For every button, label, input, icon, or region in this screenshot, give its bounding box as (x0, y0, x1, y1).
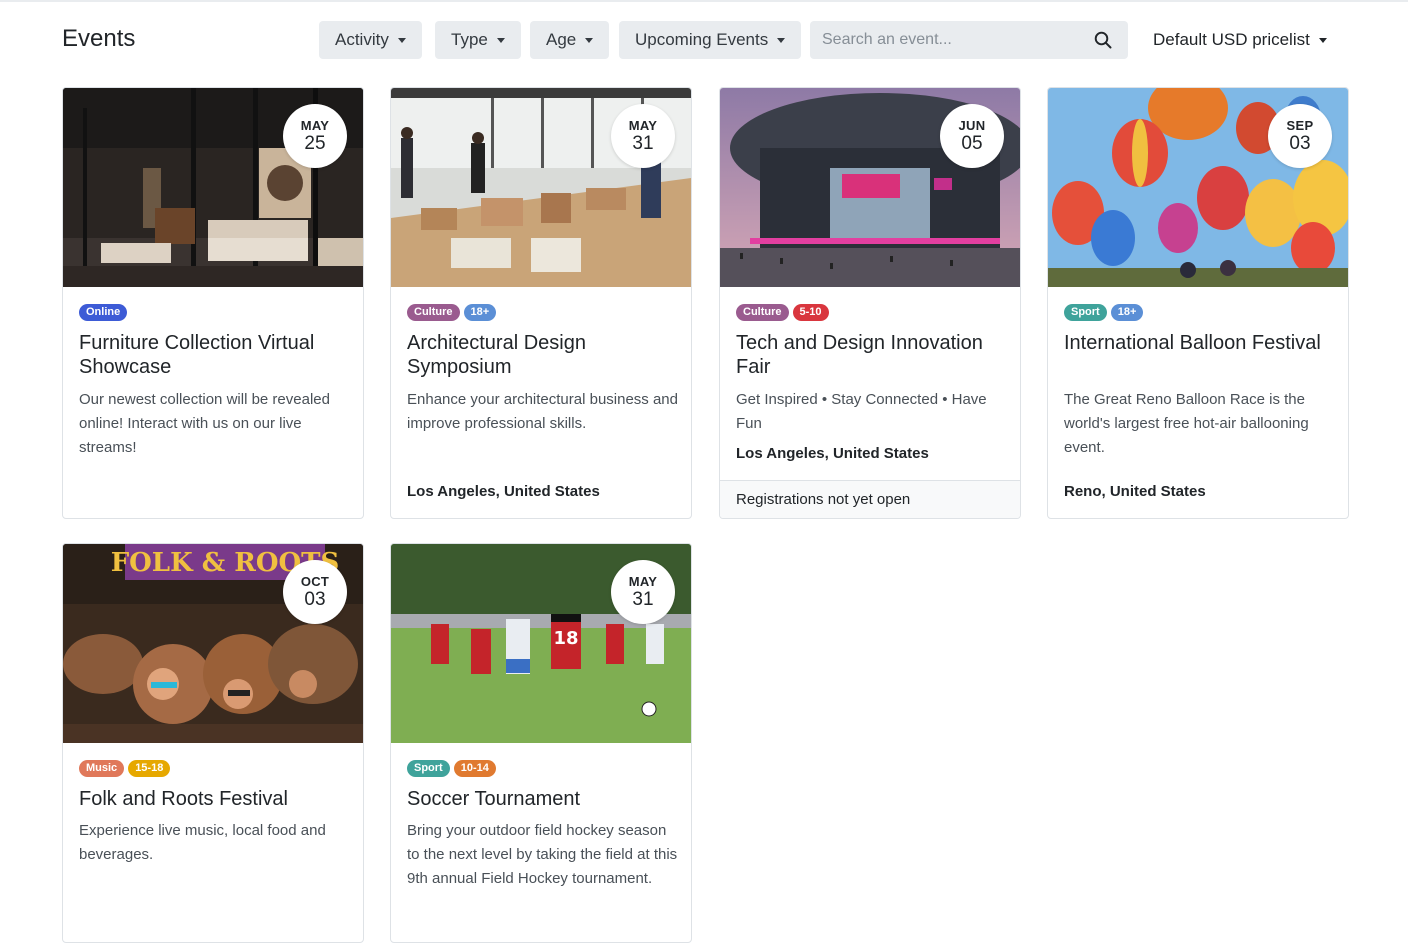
event-description: The Great Reno Balloon Race is the world… (1064, 391, 1309, 456)
event-card[interactable]: SEP 03 Sport 18+ International Balloon F… (1047, 87, 1349, 519)
activity-filter-label: Activity (335, 30, 389, 49)
top-border (0, 0, 1408, 2)
tag-age: 18+ (463, 304, 497, 321)
event-tags: Culture 5-10 (736, 304, 829, 321)
event-date-badge: JUN 05 (940, 104, 1004, 168)
event-date-badge: MAY 25 (283, 104, 347, 168)
event-description: Enhance your architectural business and … (407, 391, 678, 432)
event-location: Los Angeles, United States (736, 445, 929, 462)
tag-culture: Culture (407, 304, 460, 321)
event-card[interactable]: JUN 05 Culture 5-10 Tech and Design Inno… (719, 87, 1021, 519)
event-month: SEP (1286, 117, 1314, 133)
search-input[interactable] (810, 21, 1080, 59)
event-title: Tech and Design Innovation Fair (736, 332, 983, 378)
tag-music: Music (79, 760, 125, 777)
event-date-badge: MAY 31 (611, 560, 675, 624)
event-day: 25 (304, 132, 326, 154)
event-tags: Culture 18+ (407, 304, 497, 321)
type-filter-label: Type (451, 30, 488, 49)
tag-age: 10-14 (453, 760, 496, 777)
event-description: Experience live music, local food and be… (79, 822, 326, 863)
event-day: 03 (304, 588, 326, 610)
tag-age: 5-10 (792, 304, 829, 321)
event-tags: Online (79, 304, 128, 321)
tag-age: 15-18 (128, 760, 171, 777)
event-month: MAY (628, 573, 658, 589)
event-day: 31 (632, 588, 654, 610)
event-month: OCT (300, 573, 330, 589)
activity-filter-dropdown[interactable]: Activity (319, 21, 422, 59)
event-card[interactable]: MAY 25 Online Furniture Collection Virtu… (62, 87, 364, 519)
pricelist-label: Default USD pricelist (1153, 30, 1310, 49)
event-day: 05 (961, 132, 983, 154)
event-title: Soccer Tournament (407, 788, 581, 810)
date-filter-label: Upcoming Events (635, 30, 769, 49)
caret-down-icon (1318, 38, 1327, 43)
event-day: 03 (1289, 132, 1311, 154)
event-tags: Music 15-18 (79, 760, 171, 777)
tag-culture: Culture (736, 304, 789, 321)
event-description: Our newest collection will be revealed o… (79, 391, 330, 456)
caret-down-icon (496, 38, 505, 43)
tag-sport: Sport (407, 760, 450, 777)
event-day: 31 (632, 132, 654, 154)
event-title: Architectural Design Symposium (407, 332, 586, 378)
event-description: Bring your outdoor field hockey season t… (407, 822, 678, 887)
tag-age: 18+ (1110, 304, 1144, 321)
event-tags: Sport 10-14 (407, 760, 496, 777)
date-filter-dropdown[interactable]: Upcoming Events (619, 21, 802, 59)
caret-down-icon (397, 38, 406, 43)
event-title: Furniture Collection Virtual Showcase (79, 332, 315, 378)
caret-down-icon (585, 38, 594, 43)
age-filter-dropdown[interactable]: Age (530, 21, 610, 59)
event-description: Get Inspired • Stay Connected • Have Fun (736, 391, 987, 432)
search-icon[interactable] (1094, 31, 1112, 49)
page-title: Events (62, 25, 136, 52)
event-title: International Balloon Festival (1064, 332, 1321, 354)
pricelist-dropdown[interactable]: Default USD pricelist (1153, 21, 1327, 59)
search-box (810, 21, 1128, 59)
event-card[interactable]: 18 MAY 31 Sport 10-14 Soccer Tournament … (390, 543, 692, 943)
event-card[interactable]: FOLK & ROOTS OCT 03 Music 15-18 Folk and… (62, 543, 364, 943)
tag-online: Online (79, 304, 128, 321)
event-card[interactable]: MAY 31 Culture 18+ Architectural Design … (390, 87, 692, 519)
event-date-badge: OCT 03 (283, 560, 347, 624)
event-month: MAY (628, 117, 658, 133)
event-month: MAY (300, 117, 330, 133)
age-filter-label: Age (546, 30, 577, 49)
jersey-number: 18 (553, 628, 578, 649)
event-date-badge: SEP 03 (1268, 104, 1332, 168)
caret-down-icon (777, 38, 786, 43)
event-title: Folk and Roots Festival (79, 788, 288, 810)
event-month: JUN (958, 117, 986, 133)
registration-status: Registrations not yet open (720, 480, 1020, 518)
event-date-badge: MAY 31 (611, 104, 675, 168)
tag-sport: Sport (1064, 304, 1107, 321)
event-location: Reno, United States (1064, 483, 1206, 500)
event-location: Los Angeles, United States (407, 483, 600, 500)
type-filter-dropdown[interactable]: Type (435, 21, 521, 59)
event-tags: Sport 18+ (1064, 304, 1144, 321)
